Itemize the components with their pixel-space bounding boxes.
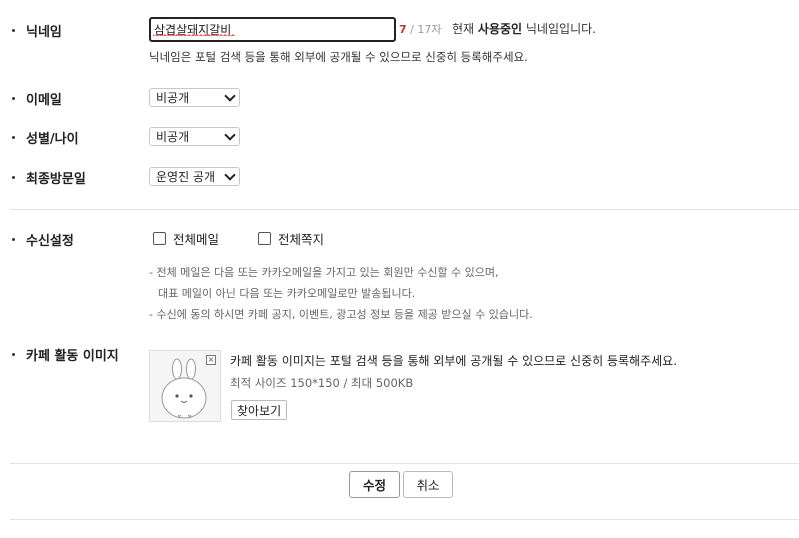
bullet: [12, 176, 15, 179]
cafe-image-size-info: 최적 사이즈 150*150 / 최대 500KB: [230, 376, 414, 390]
section-divider: [10, 463, 799, 464]
last-visit-label-text: 최종방문일: [26, 172, 86, 187]
bullet: [12, 238, 15, 241]
nickname-status-bold: 사용중인: [477, 22, 523, 36]
all-note-label: 전체쪽지: [278, 232, 325, 247]
nickname-char-count: 7 / 17자: [399, 21, 441, 37]
bullet: [12, 97, 15, 100]
bullet: [12, 29, 15, 32]
checkbox-box[interactable]: [153, 232, 166, 245]
cancel-button[interactable]: 취소: [403, 471, 453, 498]
nickname-label-text: 닉네임: [26, 25, 62, 40]
nickname-status: 현재 사용중인 닉네임입니다.: [452, 20, 596, 37]
nickname-count-max: / 17자: [410, 23, 442, 36]
all-mail-label: 전체메일: [173, 232, 220, 247]
close-icon[interactable]: ×: [206, 355, 216, 365]
chevron-down-icon: [224, 168, 236, 181]
receive-note-line: - 전체 메일은 다음 또는 카카오메일을 가지고 있는 회원만 수신할 수 있…: [149, 266, 499, 279]
bullet: [12, 136, 15, 139]
cafe-image-label-text: 카페 활동 이미지: [26, 349, 119, 364]
last-visit-visibility-value: 운영진 공개: [156, 170, 216, 184]
receive-settings-label: 수신설정: [12, 230, 74, 249]
gender-age-label-text: 성별/나이: [26, 132, 79, 147]
nickname-label: 닉네임: [12, 21, 62, 40]
receive-note-line: 대표 메일이 아닌 다음 또는 카카오메일로만 발송됩니다.: [158, 287, 416, 300]
receive-notes: - 전체 메일은 다음 또는 카카오메일을 가지고 있는 회원만 수신할 수 있…: [149, 262, 533, 325]
chevron-down-icon: [224, 128, 236, 141]
chevron-down-icon: [224, 89, 236, 102]
receive-settings-label-text: 수신설정: [26, 234, 74, 249]
checkbox-box[interactable]: [258, 232, 271, 245]
gender-age-visibility-value: 비공개: [156, 130, 190, 144]
email-label: 이메일: [12, 89, 62, 108]
cafe-image-description: 카페 활동 이미지는 포털 검색 등을 통해 외부에 공개될 수 있으므로 신중…: [230, 354, 678, 368]
submit-button[interactable]: 수정: [349, 471, 400, 498]
cafe-image-thumbnail: ×: [149, 350, 221, 422]
email-visibility-value: 비공개: [156, 91, 190, 105]
nickname-input[interactable]: [149, 17, 396, 42]
email-visibility-select[interactable]: 비공개: [149, 88, 240, 107]
nickname-help: 닉네임은 포털 검색 등을 통해 외부에 공개될 수 있으므로 신중히 등록해주…: [149, 50, 528, 64]
email-label-text: 이메일: [26, 93, 62, 108]
last-visit-visibility-select[interactable]: 운영진 공개: [149, 167, 240, 186]
nickname-status-prefix: 현재: [452, 22, 475, 36]
browse-button[interactable]: 찾아보기: [231, 400, 288, 420]
receive-note-line: - 수신에 동의 하시면 카페 공지, 이벤트, 광고성 정보 등을 제공 받으…: [149, 308, 533, 321]
bullet: [12, 353, 15, 356]
cafe-image-label: 카페 활동 이미지: [12, 345, 119, 364]
gender-age-label: 성별/나이: [12, 128, 79, 147]
nickname-status-suffix: 닉네임입니다.: [525, 22, 596, 36]
section-divider: [10, 209, 799, 210]
gender-age-visibility-select[interactable]: 비공개: [149, 127, 240, 146]
all-mail-checkbox[interactable]: 전체메일: [153, 229, 219, 248]
all-note-checkbox[interactable]: 전체쪽지: [258, 229, 324, 248]
last-visit-label: 최종방문일: [12, 168, 86, 187]
bottom-divider: [10, 519, 799, 520]
nickname-count-current: 7: [399, 23, 407, 36]
